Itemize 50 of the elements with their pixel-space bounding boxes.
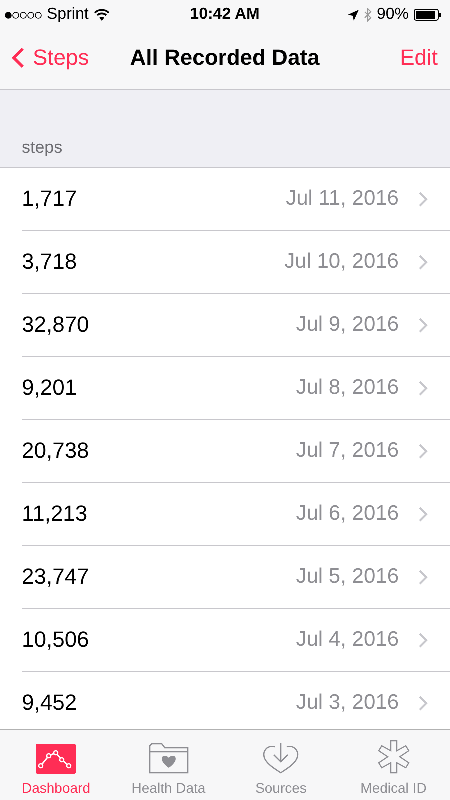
chevron-right-icon [419,444,428,458]
row-date: Jul 7, 2016 [296,439,399,463]
chart-line-icon [36,744,76,774]
row-date: Jul 10, 2016 [284,250,399,274]
chevron-right-icon [419,192,428,206]
step-count: 11,213 [22,501,89,527]
chevron-right-icon [419,380,428,396]
chevron-right-icon [419,632,428,648]
step-count: 9,201 [22,375,78,401]
row-date: Jul 8, 2016 [296,376,399,400]
folder-heart-icon [148,742,189,774]
chevron-right-icon [419,696,428,710]
battery-percent: 90% [376,6,409,24]
step-count: 20,738 [22,438,90,464]
data-row[interactable]: 20,738 Jul 7, 2016 [22,420,450,483]
row-date: Jul 11, 2016 [286,187,399,211]
heart-download-icon [261,742,302,774]
data-row[interactable]: 32,870 Jul 9, 2016 [22,294,450,357]
status-time: 10:42 AM [190,6,260,24]
data-row[interactable]: 9,201 Jul 8, 2016 [22,357,450,420]
data-row[interactable]: 23,747 Jul 5, 2016 [22,546,450,609]
step-count: 3,718 [22,249,78,275]
nav-title: All Recorded Data [130,44,320,72]
step-count: 32,870 [22,312,90,338]
section-header: steps [22,138,63,158]
data-row[interactable]: 10,506 Jul 4, 2016 [22,609,450,672]
data-row[interactable]: 3,718 Jul 10, 2016 [22,231,450,294]
row-date: Jul 9, 2016 [296,313,399,337]
row-date: Jul 6, 2016 [296,502,399,526]
step-count: 9,452 [22,690,78,716]
data-row[interactable]: 1,717 Jul 11, 2016 [22,168,450,231]
row-date: Jul 4, 2016 [296,628,399,652]
chevron-right-icon [419,254,428,270]
chevron-right-icon [419,570,428,584]
chevron-right-icon [419,506,428,522]
battery-icon [414,9,442,21]
chevron-left-icon [12,46,25,68]
bluetooth-icon [364,8,372,22]
asterisk-icon [376,740,412,774]
carrier-name: Sprint [47,6,89,24]
row-date: Jul 3, 2016 [296,691,399,715]
step-count: 1,717 [22,186,78,212]
signal-icon [5,12,42,18]
chevron-right-icon [419,318,428,332]
data-row[interactable]: 11,213 Jul 6, 2016 [22,483,450,546]
location-arrow-icon [348,10,359,20]
step-count: 23,747 [22,564,90,590]
step-count: 10,506 [22,627,90,653]
row-date: Jul 5, 2016 [296,565,399,589]
wifi-icon [94,9,110,21]
